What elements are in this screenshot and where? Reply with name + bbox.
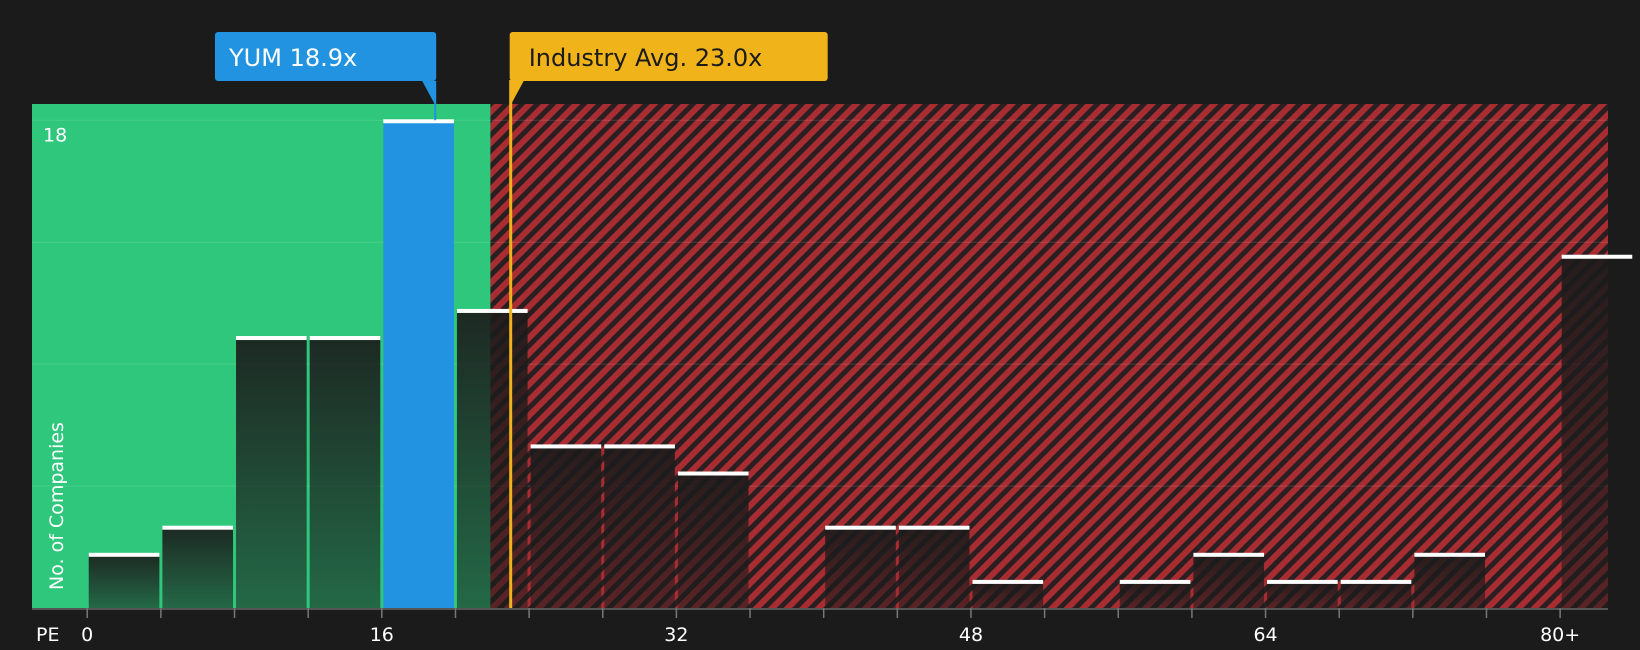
y-tick-label-max: 18 <box>43 124 67 146</box>
bar-cap <box>972 579 1044 584</box>
x-tick-label: 80+ <box>1540 624 1580 646</box>
bar-cap <box>1119 579 1191 584</box>
bar-body <box>88 553 160 608</box>
bar <box>1267 579 1338 608</box>
bar <box>88 552 160 608</box>
bar <box>1340 579 1412 608</box>
bar-cap <box>1193 552 1265 557</box>
bar-cap <box>898 525 970 530</box>
x-tick-label: 48 <box>959 624 983 646</box>
bar-body <box>309 337 381 608</box>
bar-body <box>1340 580 1412 608</box>
x-axis-ticks: 0 16 32 48 64 80+ <box>81 608 1580 646</box>
bar-cap <box>677 471 749 476</box>
bar-cap <box>456 308 528 313</box>
x-tick-label: 64 <box>1253 624 1277 646</box>
bar <box>309 336 381 608</box>
company-callout-pointer <box>422 81 436 105</box>
industry-callout: Industry Avg. 23.0x <box>509 32 828 105</box>
bar-body <box>1193 553 1265 608</box>
bar-body <box>1414 553 1485 608</box>
bar-body <box>236 337 307 608</box>
company-callout-label: YUM 18.9x <box>228 44 357 72</box>
bar-cap <box>236 336 307 341</box>
bar-body <box>972 580 1044 608</box>
bar <box>898 525 970 608</box>
bar-company-bin <box>383 119 454 609</box>
bar-body <box>162 526 234 608</box>
industry-callout-label: Industry Avg. 23.0x <box>529 44 763 72</box>
bar-body <box>677 472 749 608</box>
bar-cap <box>383 119 454 124</box>
bar-body <box>1267 580 1338 608</box>
bar-cap <box>825 525 896 530</box>
bar <box>236 336 307 608</box>
bar-body <box>530 445 602 608</box>
bar-cap <box>1561 254 1633 259</box>
bar <box>825 525 896 608</box>
bar-body <box>898 526 970 608</box>
bar <box>972 579 1044 608</box>
bar-body <box>1561 255 1633 608</box>
bar-cap <box>604 444 675 449</box>
bar-body <box>825 526 896 608</box>
x-tick-label: 16 <box>370 624 394 646</box>
bar-body <box>383 120 454 609</box>
bar <box>677 471 749 608</box>
x-tick-label: 0 <box>81 624 93 646</box>
bar-cap <box>1414 552 1485 557</box>
bar <box>530 444 602 608</box>
x-axis-label: PE <box>36 624 59 646</box>
bar-body <box>1119 580 1191 608</box>
bar-cap <box>309 336 381 341</box>
bar-body <box>604 445 675 608</box>
bar <box>162 525 234 608</box>
x-tick-label: 32 <box>664 624 688 646</box>
bar-cap <box>88 552 160 557</box>
bar-cap <box>1267 579 1338 584</box>
pe-distribution-chart: 0 16 32 48 64 80+ 18 No. of Companies PE YUM … <box>32 32 1633 646</box>
bar <box>1414 552 1485 608</box>
bar <box>1561 254 1633 608</box>
industry-callout-pointer <box>510 81 524 105</box>
bar-body <box>456 309 528 608</box>
y-axis-label: No. of Companies <box>46 422 68 590</box>
bar-cap <box>162 525 234 530</box>
bar <box>456 308 528 608</box>
bar <box>1193 552 1265 608</box>
bar <box>604 444 675 608</box>
bar-cap <box>530 444 602 449</box>
bar <box>1119 579 1191 608</box>
bar-cap <box>1340 579 1412 584</box>
